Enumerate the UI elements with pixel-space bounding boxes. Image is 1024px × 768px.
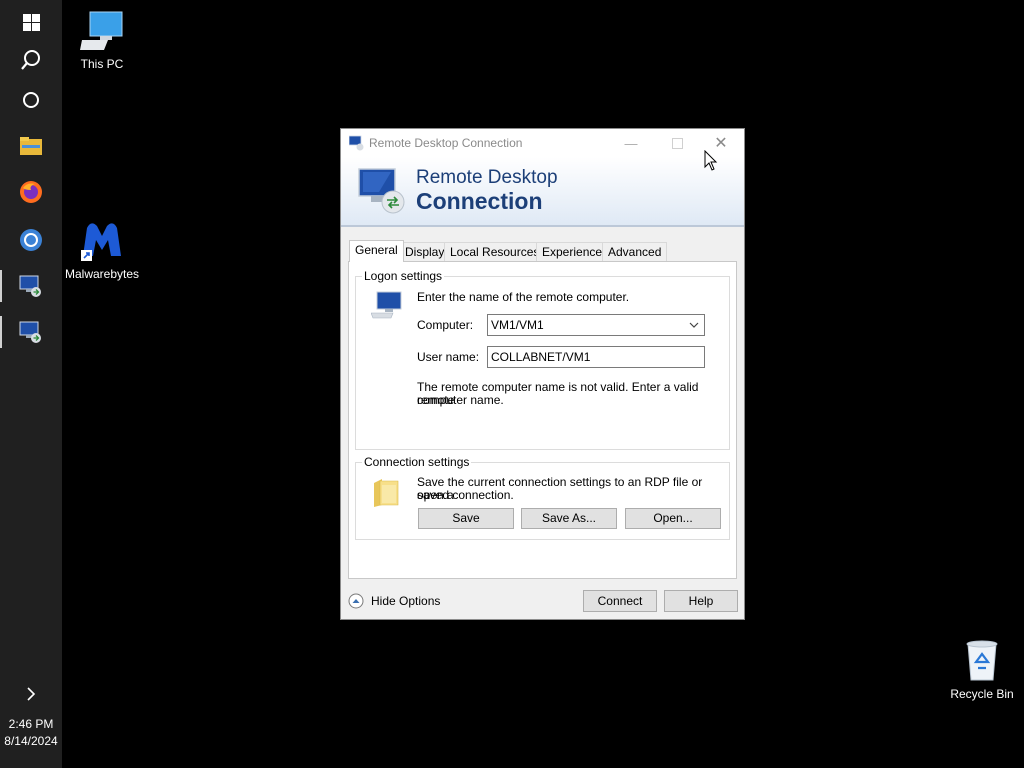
search-icon [21, 50, 40, 70]
username-label: User name: [417, 350, 480, 364]
username-value: COLLABNET/VM1 [491, 350, 591, 364]
save-button[interactable]: Save [418, 508, 514, 529]
taskbar-clock[interactable]: 2:46 PM 8/14/2024 [0, 716, 62, 750]
desktop-icon-label: Recycle Bin [950, 687, 1014, 701]
remote-desktop-dialog: Remote Desktop Connection — ✕ Remote Des… [340, 128, 745, 620]
connect-button[interactable]: Connect [583, 590, 657, 612]
dialog-banner: Remote Desktop Connection [341, 157, 744, 225]
expand-taskbar-button[interactable] [0, 680, 62, 708]
logon-instruction: Enter the name of the remote computer. [417, 290, 630, 304]
banner-title-line2: Connection [416, 188, 543, 214]
username-field[interactable]: COLLABNET/VM1 [487, 346, 705, 368]
taskbar-remote-desktop-1[interactable] [0, 264, 62, 308]
connection-settings-group: Connection settings Save the current con… [355, 455, 730, 540]
mouse-cursor-icon [704, 150, 718, 171]
tab-display[interactable]: Display [399, 242, 451, 261]
folder-icon [374, 479, 399, 507]
recycle-bin-icon [966, 640, 998, 681]
file-explorer-icon [20, 137, 42, 155]
general-tab-panel: Logon settings Enter the name of the rem… [348, 261, 737, 579]
cortana-icon [23, 92, 39, 108]
maximize-icon [671, 137, 683, 149]
collapse-arrow-icon [348, 593, 364, 609]
taskbar: 2:46 PM 8/14/2024 [0, 0, 62, 768]
firefox-icon [20, 181, 42, 203]
connection-settings-label: Connection settings [362, 455, 472, 469]
remote-desktop-icon [349, 135, 364, 151]
desktop-icon-malwarebytes[interactable]: Malwarebytes [57, 218, 147, 281]
computer-value: VM1/VM1 [491, 318, 544, 332]
banner-title-line1: Remote Desktop [416, 167, 558, 188]
window-title: Remote Desktop Connection [369, 136, 523, 150]
tab-advanced[interactable]: Advanced [602, 242, 668, 261]
clock-date: 8/14/2024 [4, 734, 58, 748]
search-button[interactable] [0, 38, 62, 82]
logon-settings-label: Logon settings [362, 269, 445, 283]
remote-desktop-icon [19, 275, 41, 297]
desktop-icon-recycle-bin[interactable]: Recycle Bin [937, 638, 1024, 701]
malwarebytes-icon [81, 223, 121, 261]
minimize-icon: — [624, 135, 638, 151]
connection-desc-line2: saved connection. [417, 488, 514, 502]
desktop-icon-this-pc[interactable]: This PC [57, 10, 147, 71]
dropdown-arrow[interactable] [687, 318, 701, 332]
minimize-button[interactable]: — [608, 129, 654, 157]
title-bar[interactable]: Remote Desktop Connection — ✕ [341, 129, 744, 157]
chevron-right-icon [27, 687, 36, 701]
logon-settings-group: Logon settings Enter the name of the rem… [355, 269, 730, 450]
open-button[interactable]: Open... [625, 508, 721, 529]
cortana-button[interactable] [0, 78, 62, 122]
remote-desktop-icon [19, 321, 41, 343]
desktop-icon-label: This PC [80, 57, 124, 71]
desktop-icon-label: Malwarebytes [64, 267, 140, 281]
tab-local-resources[interactable]: Local Resources [444, 242, 546, 261]
save-as-button[interactable]: Save As... [521, 508, 617, 529]
computer-combobox[interactable]: VM1/VM1 [487, 314, 705, 336]
chevron-down-icon [689, 322, 699, 328]
remote-desktop-large-icon [358, 168, 405, 214]
start-icon [22, 13, 40, 31]
tab-experience[interactable]: Experience [536, 242, 609, 261]
taskbar-file-explorer[interactable] [0, 124, 62, 168]
chrome-icon [20, 229, 42, 251]
maximize-button[interactable] [654, 129, 700, 157]
taskbar-firefox[interactable] [0, 170, 62, 214]
this-pc-icon [80, 11, 123, 50]
help-button[interactable]: Help [664, 590, 738, 612]
clock-time: 2:46 PM [8, 717, 54, 731]
taskbar-remote-desktop-2[interactable] [0, 310, 62, 354]
computer-icon [371, 291, 402, 319]
tab-general[interactable]: General [349, 240, 404, 262]
error-message-line2: computer name. [417, 393, 504, 407]
banner-divider [341, 225, 744, 227]
taskbar-chrome[interactable] [0, 218, 62, 262]
computer-label: Computer: [417, 318, 474, 332]
hide-options-label: Hide Options [371, 594, 441, 608]
